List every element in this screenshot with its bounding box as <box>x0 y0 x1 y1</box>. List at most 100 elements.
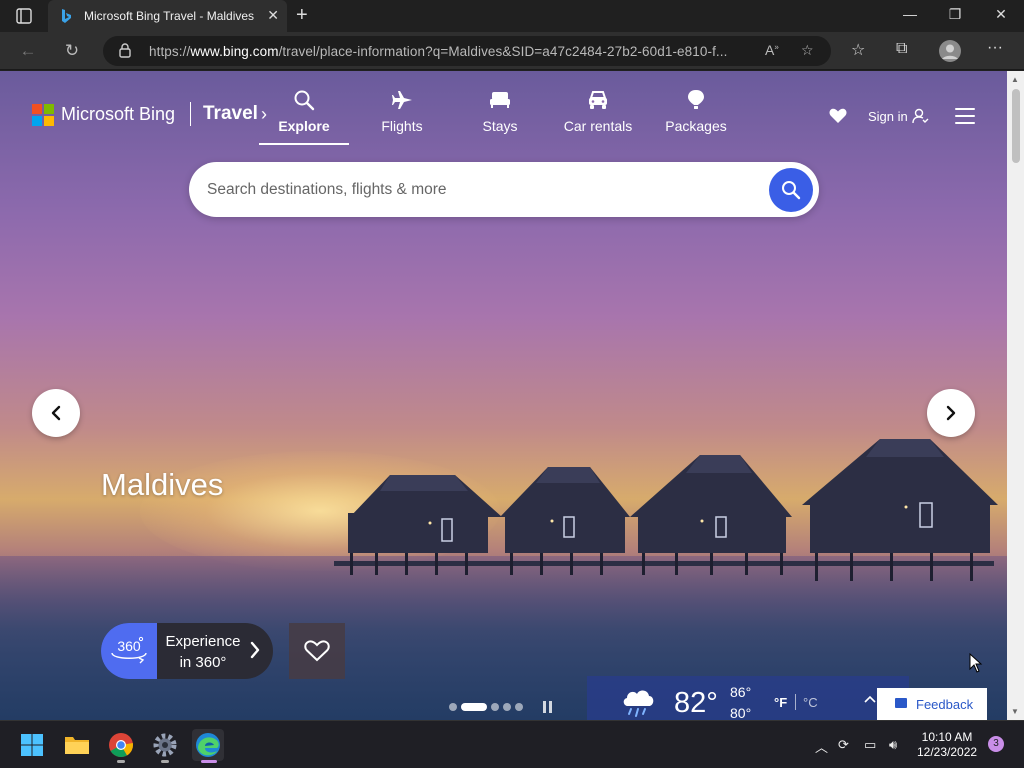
search-button[interactable] <box>769 168 813 212</box>
close-tab-icon[interactable]: ✕ <box>267 7 279 24</box>
carousel-dot[interactable] <box>491 703 499 711</box>
app-active-indicator <box>201 760 217 763</box>
chevron-right-icon <box>946 405 956 421</box>
windows-start-button[interactable] <box>16 729 48 761</box>
feedback-label: Feedback <box>916 697 974 712</box>
read-aloud-icon[interactable]: A» <box>765 42 779 58</box>
celsius-toggle[interactable]: °C <box>803 695 818 710</box>
volume-icon[interactable]: 🔊︎ <box>889 737 897 753</box>
destination-title: Maldives <box>101 467 224 502</box>
nav-flights[interactable]: Flights <box>357 88 447 144</box>
edge-button[interactable] <box>192 729 224 761</box>
nav-label: Packages <box>665 118 727 134</box>
folder-icon <box>65 737 89 754</box>
notification-badge[interactable]: 3 <box>988 736 1004 752</box>
back-icon[interactable]: ← <box>16 41 40 61</box>
clock-time: 10:10 AM <box>921 730 973 744</box>
nav-label: Explore <box>278 118 330 134</box>
file-explorer-button[interactable] <box>61 729 93 761</box>
save-destination-button[interactable] <box>289 623 345 679</box>
refresh-icon[interactable]: ↻ <box>60 41 84 61</box>
minimize-icon[interactable]: — <box>895 6 925 22</box>
carousel-dot[interactable] <box>449 703 457 711</box>
nav-stays[interactable]: Stays <box>455 88 545 144</box>
sync-icon[interactable]: ⟳ <box>838 737 849 753</box>
search-icon <box>294 90 315 111</box>
active-nav-indicator <box>259 143 349 145</box>
browser-tab-bar: Microsoft Bing Travel - Maldives ✕ + — ❐… <box>0 0 1024 32</box>
show-hidden-icons-icon[interactable]: ︿ <box>815 737 828 756</box>
chevron-left-icon <box>51 405 61 421</box>
lock-icon <box>119 43 131 58</box>
hamburger-menu-icon[interactable] <box>955 108 975 124</box>
chrome-icon <box>109 733 133 758</box>
microsoft-logo-icon <box>32 104 54 126</box>
hero-background: Microsoft Bing Travel › Explore Flights … <box>0 71 1007 720</box>
nav-car-rentals[interactable]: Car rentals <box>553 88 643 144</box>
edge-icon <box>196 733 220 757</box>
carousel-dot[interactable] <box>503 703 511 711</box>
search-icon <box>782 181 801 200</box>
current-temperature: 82° <box>674 687 718 719</box>
scroll-down-icon[interactable]: ▼ <box>1011 707 1019 716</box>
bed-icon <box>490 92 510 108</box>
section-name: Travel <box>203 103 258 124</box>
high-temperature: 86° <box>730 684 752 700</box>
url-text: https://www.bing.com/travel/place-inform… <box>149 44 728 59</box>
profile-icon[interactable] <box>938 39 962 63</box>
search-box <box>189 162 819 217</box>
more-icon[interactable]: ··· <box>987 39 1003 57</box>
scrollbar-thumb[interactable] <box>1012 89 1020 163</box>
page-scrollbar[interactable]: ▲ ▼ <box>1007 71 1024 720</box>
address-bar[interactable]: https://www.bing.com/travel/place-inform… <box>103 36 831 66</box>
experience-360-button[interactable]: 360 Experience in 360° <box>101 623 273 679</box>
nav-explore[interactable]: Explore <box>259 88 349 144</box>
new-tab-icon[interactable]: + <box>296 4 308 27</box>
nav-label: Car rentals <box>563 118 633 134</box>
restore-icon[interactable]: ❐ <box>940 6 970 23</box>
brand-name: Microsoft Bing <box>61 104 176 124</box>
previous-slide-button[interactable] <box>32 389 80 437</box>
windows-logo-icon <box>21 734 43 756</box>
fahrenheit-toggle[interactable]: °F <box>774 695 787 710</box>
feedback-button[interactable]: Feedback <box>877 688 987 720</box>
settings-button[interactable] <box>149 729 181 761</box>
chevron-right-icon <box>250 641 260 659</box>
pause-icon[interactable] <box>543 701 553 713</box>
clock[interactable]: 10:10 AM 12/23/2022 <box>917 730 977 760</box>
person-icon[interactable] <box>912 108 929 125</box>
heart-icon[interactable] <box>829 108 847 124</box>
scroll-up-icon[interactable]: ▲ <box>1011 75 1019 84</box>
windows-taskbar: ︿ ⟳ ▭ 🔊︎ 10:10 AM 12/23/2022 3 <box>0 720 1024 768</box>
close-window-icon[interactable]: ✕ <box>986 6 1016 23</box>
chevron-up-icon[interactable] <box>863 694 877 704</box>
360-icon: 360 <box>101 623 157 679</box>
clock-date: 12/23/2022 <box>917 745 978 759</box>
heart-outline-icon <box>304 640 330 662</box>
browser-tab[interactable]: Microsoft Bing Travel - Maldives ✕ <box>48 0 287 32</box>
carousel-dot[interactable] <box>515 703 523 711</box>
carousel-dot-active[interactable] <box>461 703 487 711</box>
tab-actions-icon[interactable] <box>10 6 38 26</box>
network-icon[interactable]: ▭ <box>864 737 876 753</box>
svg-text:360: 360 <box>117 638 141 654</box>
weather-widget[interactable]: 82° 86° 80° °F °C <box>587 676 909 720</box>
sign-in-link[interactable]: Sign in <box>868 109 908 124</box>
car-icon <box>589 91 607 109</box>
chrome-button[interactable] <box>105 729 137 761</box>
low-temperature: 80° <box>730 705 752 720</box>
brand-divider <box>190 102 191 126</box>
next-slide-button[interactable] <box>927 389 975 437</box>
balloon-icon <box>688 90 704 109</box>
browser-toolbar: ← ↻ https://www.bing.com/travel/place-in… <box>0 32 1024 70</box>
tab-title: Microsoft Bing Travel - Maldives <box>84 9 255 23</box>
collections-icon[interactable]: ⧉ <box>896 40 907 58</box>
app-running-indicator <box>161 760 169 763</box>
experience-360-label: Experience in 360° <box>165 633 241 671</box>
favorites-icon[interactable]: ☆ <box>851 40 865 60</box>
mouse-cursor-icon <box>969 653 983 673</box>
nav-packages[interactable]: Packages <box>651 88 741 144</box>
search-input[interactable] <box>207 178 747 202</box>
carousel-indicators <box>449 703 523 711</box>
add-favorite-icon[interactable]: ☆ <box>801 42 814 59</box>
